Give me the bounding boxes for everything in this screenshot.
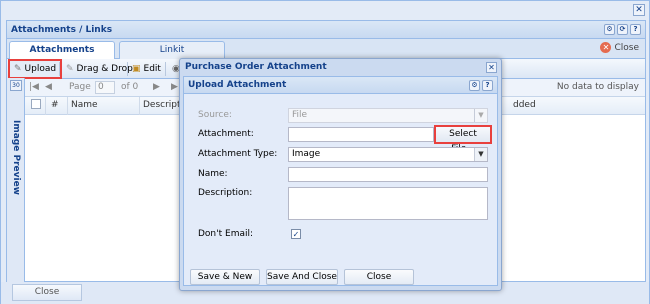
source-select: File ▼	[288, 108, 488, 123]
gear-icon[interactable]: ⚙	[469, 80, 480, 91]
gear-icon[interactable]: ⚙	[604, 24, 615, 35]
page-of: of 0	[121, 82, 139, 92]
attachment-type-select[interactable]: Image ▼	[288, 147, 488, 162]
upload-button[interactable]: ✎ Upload	[8, 59, 63, 79]
panel-close-label: Close	[614, 42, 639, 53]
drag-drop-label: Drag & Drop	[76, 64, 133, 74]
chevron-down-icon: ▼	[474, 109, 487, 122]
refresh-icon[interactable]: ⟳	[617, 24, 628, 35]
select-file-button[interactable]: Select File...	[434, 125, 492, 154]
drag-drop-button[interactable]: ✎ Drag & Drop	[63, 61, 136, 77]
toolbar-separator	[127, 62, 128, 76]
save-new-button[interactable]: Save & New	[190, 269, 260, 285]
window-close-icon[interactable]: ✕	[633, 4, 645, 16]
attachment-type-value: Image	[292, 149, 321, 159]
col-name[interactable]: Name	[71, 100, 98, 110]
panel-header: Attachments / Links ⚙ ⟳ ?	[7, 21, 645, 39]
upload-label: Upload	[24, 64, 57, 74]
panel-title: Attachments / Links	[11, 25, 113, 35]
dialog-title: Purchase Order Attachment	[185, 62, 327, 72]
first-page-icon[interactable]: |◀	[29, 82, 39, 92]
tab-strip: Attachments Linkit ✕ Close	[7, 39, 645, 60]
purchase-order-attachment-dialog: Purchase Order Attachment ✕ Upload Attac…	[179, 58, 502, 291]
edit-icon: ▣	[132, 64, 141, 74]
attachment-file-field[interactable]	[288, 127, 434, 142]
upload-attachment-form: Upload Attachment ⚙ ? Source: File ▼ Att…	[183, 76, 498, 286]
select-all-checkbox[interactable]	[31, 99, 41, 109]
footer-close-button[interactable]: Close	[12, 284, 82, 301]
prev-page-icon[interactable]: ◀	[45, 82, 52, 92]
description-textarea[interactable]	[288, 187, 488, 220]
attachment-label: Attachment:	[198, 129, 254, 139]
tab-attachments[interactable]: Attachments	[9, 41, 115, 60]
edit-button[interactable]: ▣ Edit	[129, 61, 164, 77]
name-label: Name:	[198, 169, 228, 179]
image-preview-label: Image Preview	[11, 120, 21, 195]
toolbar-separator	[165, 62, 166, 76]
tab-linkit[interactable]: Linkit	[119, 41, 225, 59]
dialog-close-icon[interactable]: ✕	[486, 62, 497, 73]
col-number[interactable]: #	[51, 100, 59, 110]
dialog-title-bar: Purchase Order Attachment ✕	[180, 59, 501, 76]
toolbar-separator	[59, 62, 60, 76]
source-label: Source:	[198, 110, 232, 120]
panel-close-button[interactable]: ✕ Close	[600, 42, 639, 53]
preview-count: 30	[10, 80, 22, 91]
dont-email-label: Don't Email:	[198, 229, 254, 239]
source-value: File	[292, 110, 308, 120]
description-label: Description:	[198, 188, 253, 198]
page-label: Page	[69, 82, 91, 92]
page-input[interactable]: 0	[95, 81, 115, 94]
dialog-close-button[interactable]: Close	[344, 269, 414, 285]
window-topbar: ✕	[1, 1, 649, 20]
image-preview-strip[interactable]: 30 Image Preview	[7, 78, 25, 282]
paperclip-icon: ✎	[14, 64, 22, 74]
next-page-icon[interactable]: ▶	[153, 82, 160, 92]
help-icon[interactable]: ?	[630, 24, 641, 35]
form-header: Upload Attachment ⚙ ?	[184, 77, 497, 94]
chevron-down-icon[interactable]: ▼	[474, 148, 487, 161]
save-and-close-button[interactable]: Save And Close	[266, 269, 338, 285]
no-data-text: No data to display	[556, 82, 639, 92]
col-added[interactable]: dded	[513, 100, 536, 110]
edit-label: Edit	[143, 64, 161, 74]
help-icon[interactable]: ?	[482, 80, 493, 91]
dont-email-checkbox[interactable]: ✓	[291, 229, 301, 239]
close-circle-icon: ✕	[600, 42, 612, 53]
form-title: Upload Attachment	[188, 80, 287, 90]
pencil-icon: ✎	[66, 64, 74, 74]
name-field[interactable]	[288, 167, 488, 182]
attachment-type-label: Attachment Type:	[198, 149, 278, 159]
